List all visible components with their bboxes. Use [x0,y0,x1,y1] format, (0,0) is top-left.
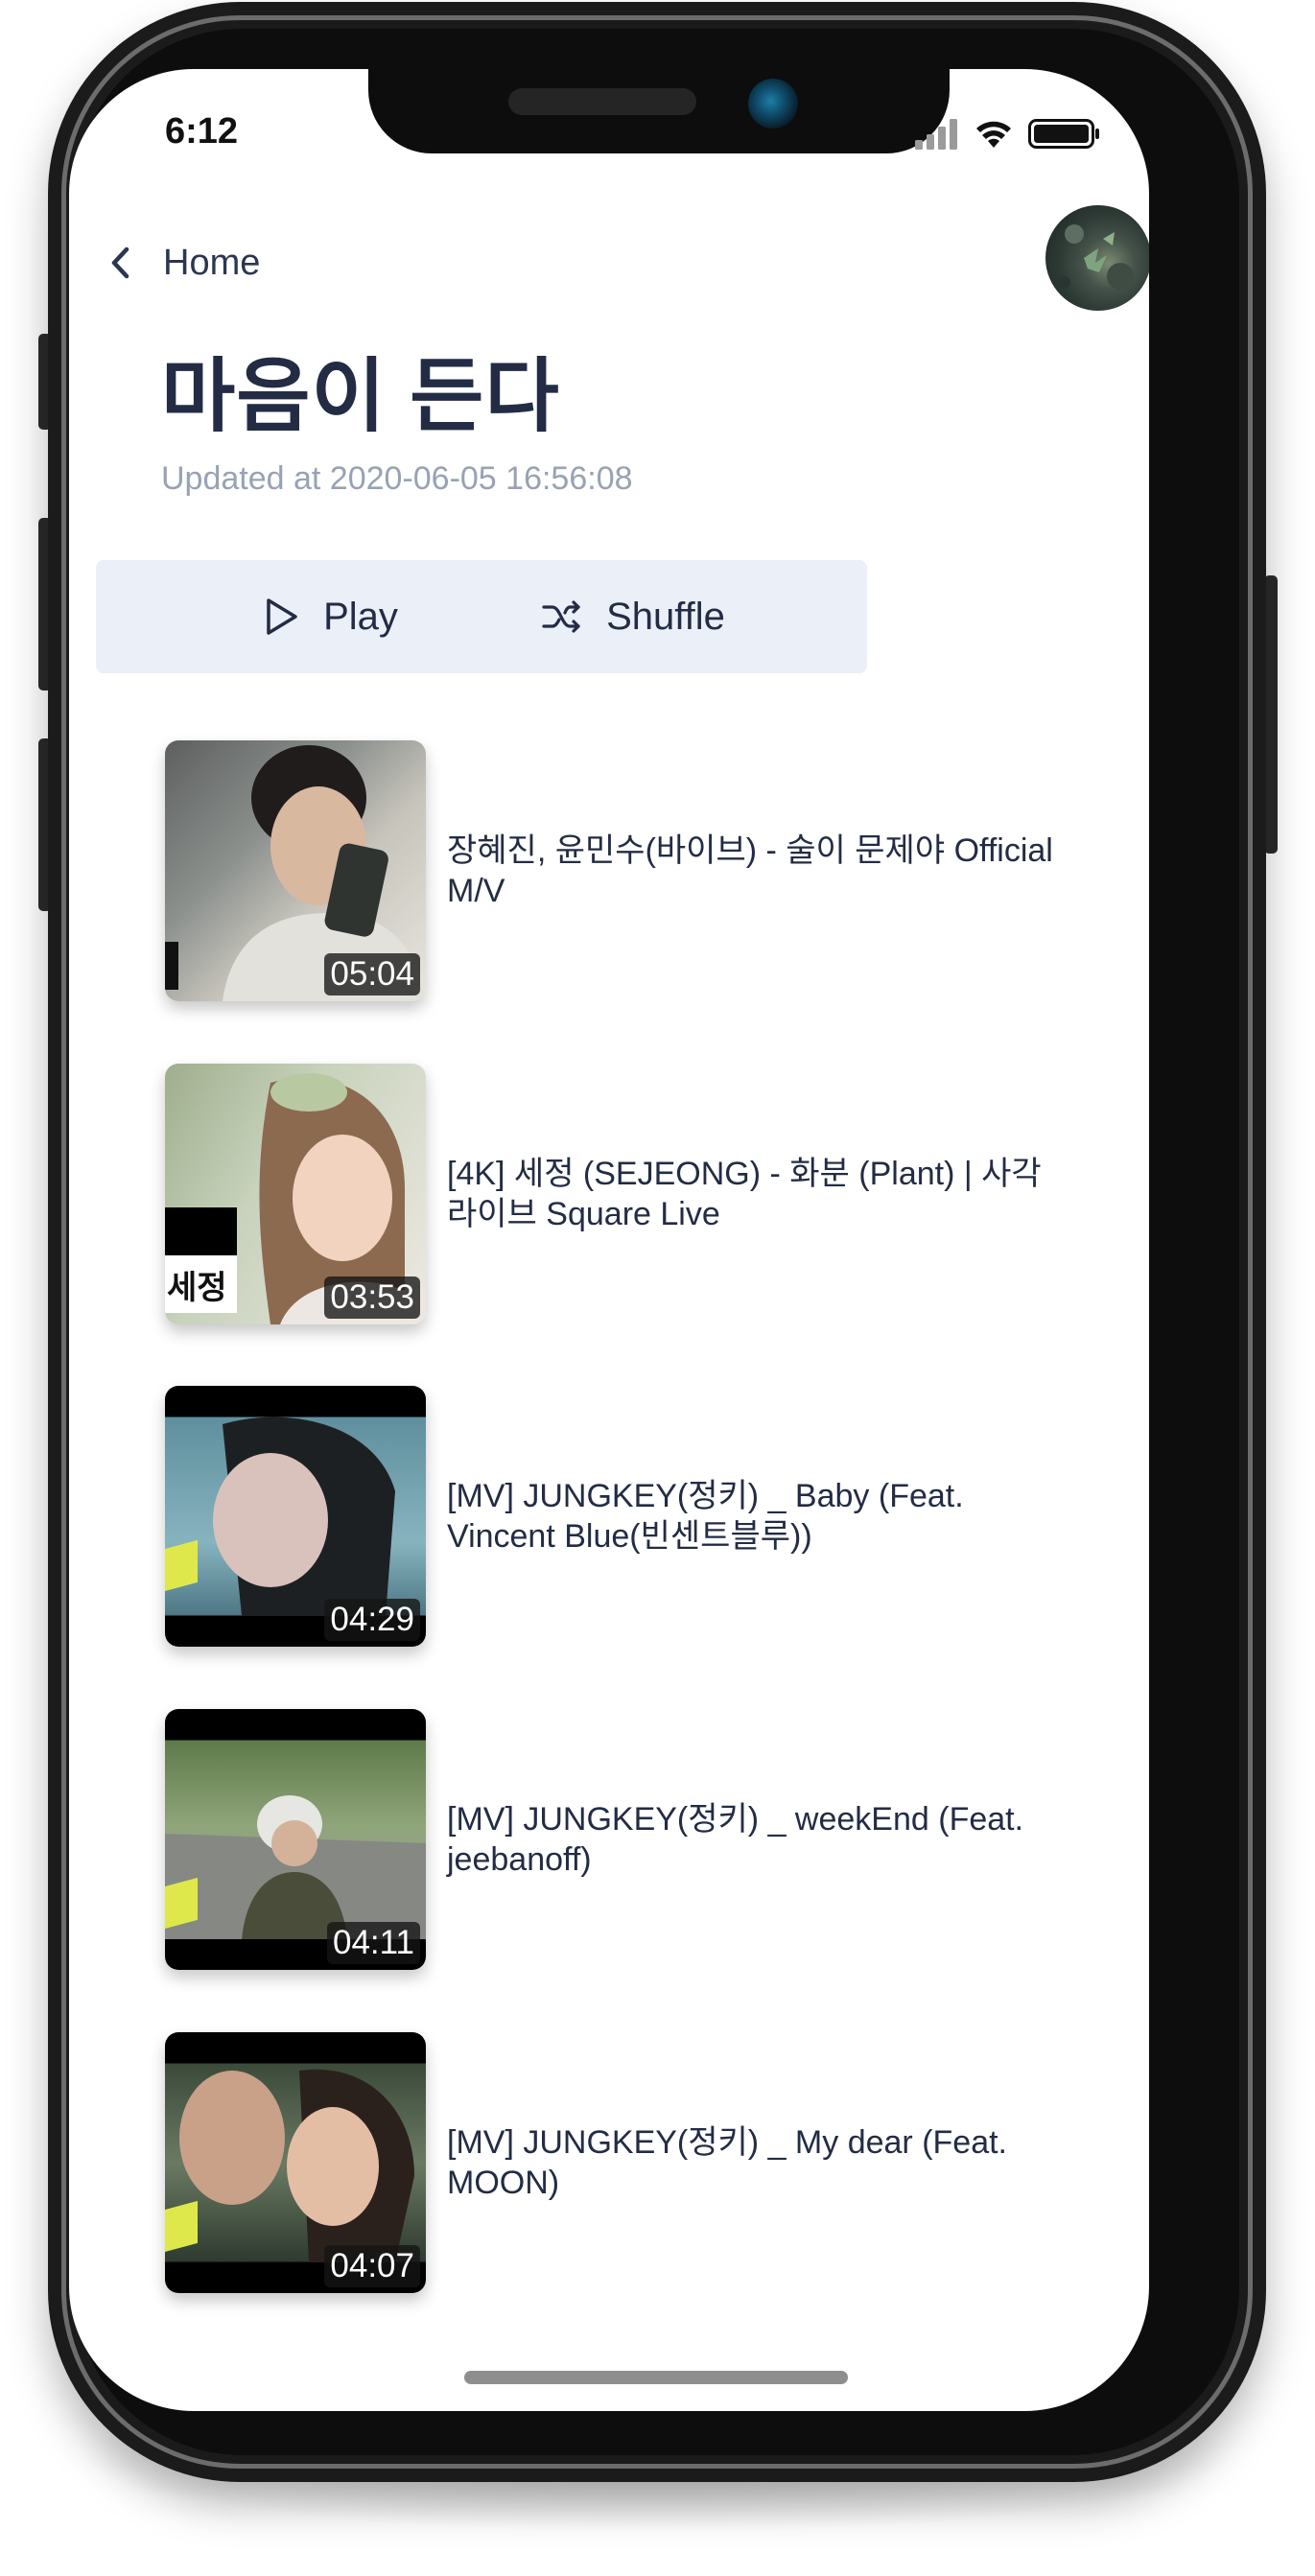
video-thumbnail[interactable]: 세정 03:53 [165,1064,426,1324]
speaker-grille [508,88,696,115]
thumbnail-caption: 세정 [167,1270,227,1306]
video-thumbnail[interactable]: 04:07 [165,2032,426,2293]
video-row[interactable]: 05:04 장혜진, 윤민수(바이브) - 술이 문제야 Official M/… [165,740,1149,1001]
video-row[interactable]: 04:07 [MV] JUNGKEY(정키) _ My dear (Feat. … [165,2032,1149,2293]
video-duration: 04:11 [327,1922,420,1964]
page-title: 마음이 든다 [161,351,560,441]
back-label: Home [163,242,261,283]
notch [368,69,950,153]
phone-screen: 6:12 Home 마음이 든다 Updated at 2020-06-05 1… [69,69,1149,2411]
front-camera [748,79,798,129]
video-duration: 04:07 [324,2245,420,2287]
home-indicator[interactable] [464,2371,848,2384]
battery-icon [1028,119,1099,149]
power-button [1264,575,1278,854]
video-row[interactable]: 04:29 [MV] JUNGKEY(정키) _ Baby (Feat. Vin… [165,1386,1149,1647]
wifi-icon [976,121,1011,148]
video-title[interactable]: [MV] JUNGKEY(정키) _ My dear (Feat. MOON) [447,2122,1061,2203]
video-thumbnail[interactable]: 05:04 [165,740,426,1001]
avatar[interactable] [1045,205,1149,311]
video-duration: 05:04 [324,953,420,995]
video-title[interactable]: [MV] JUNGKEY(정키) _ Baby (Feat. Vincent B… [447,1476,1061,1557]
video-row[interactable]: 04:11 [MV] JUNGKEY(정키) _ weekEnd (Feat. … [165,1709,1149,1970]
video-title[interactable]: 장혜진, 윤민수(바이브) - 술이 문제야 Official M/V [447,831,1061,911]
video-title[interactable]: [4K] 세정 (SEJEONG) - 화분 (Plant) | 사각라이브 S… [447,1154,1061,1234]
chevron-left-icon [111,246,129,279]
status-time: 6:12 [165,111,239,152]
video-row[interactable]: 세정 03:53 [4K] 세정 (SEJEONG) - 화분 (Plant) … [165,1064,1149,1324]
play-label: Play [323,595,398,638]
shuffle-button[interactable]: Shuffle [399,560,867,673]
shuffle-icon [542,600,580,633]
play-icon [267,598,297,635]
video-duration: 03:53 [324,1276,420,1319]
shuffle-label: Shuffle [606,595,725,638]
status-icons [911,115,1103,150]
back-button[interactable]: Home [107,234,260,292]
updated-timestamp: Updated at 2020-06-05 16:56:08 [161,460,633,497]
video-thumbnail[interactable]: 04:11 [165,1709,426,1970]
video-title[interactable]: [MV] JUNGKEY(정키) _ weekEnd (Feat. jeeban… [447,1799,1061,1880]
signal-icon [915,119,957,150]
video-duration: 04:29 [324,1599,420,1641]
video-thumbnail[interactable]: 04:29 [165,1386,426,1647]
